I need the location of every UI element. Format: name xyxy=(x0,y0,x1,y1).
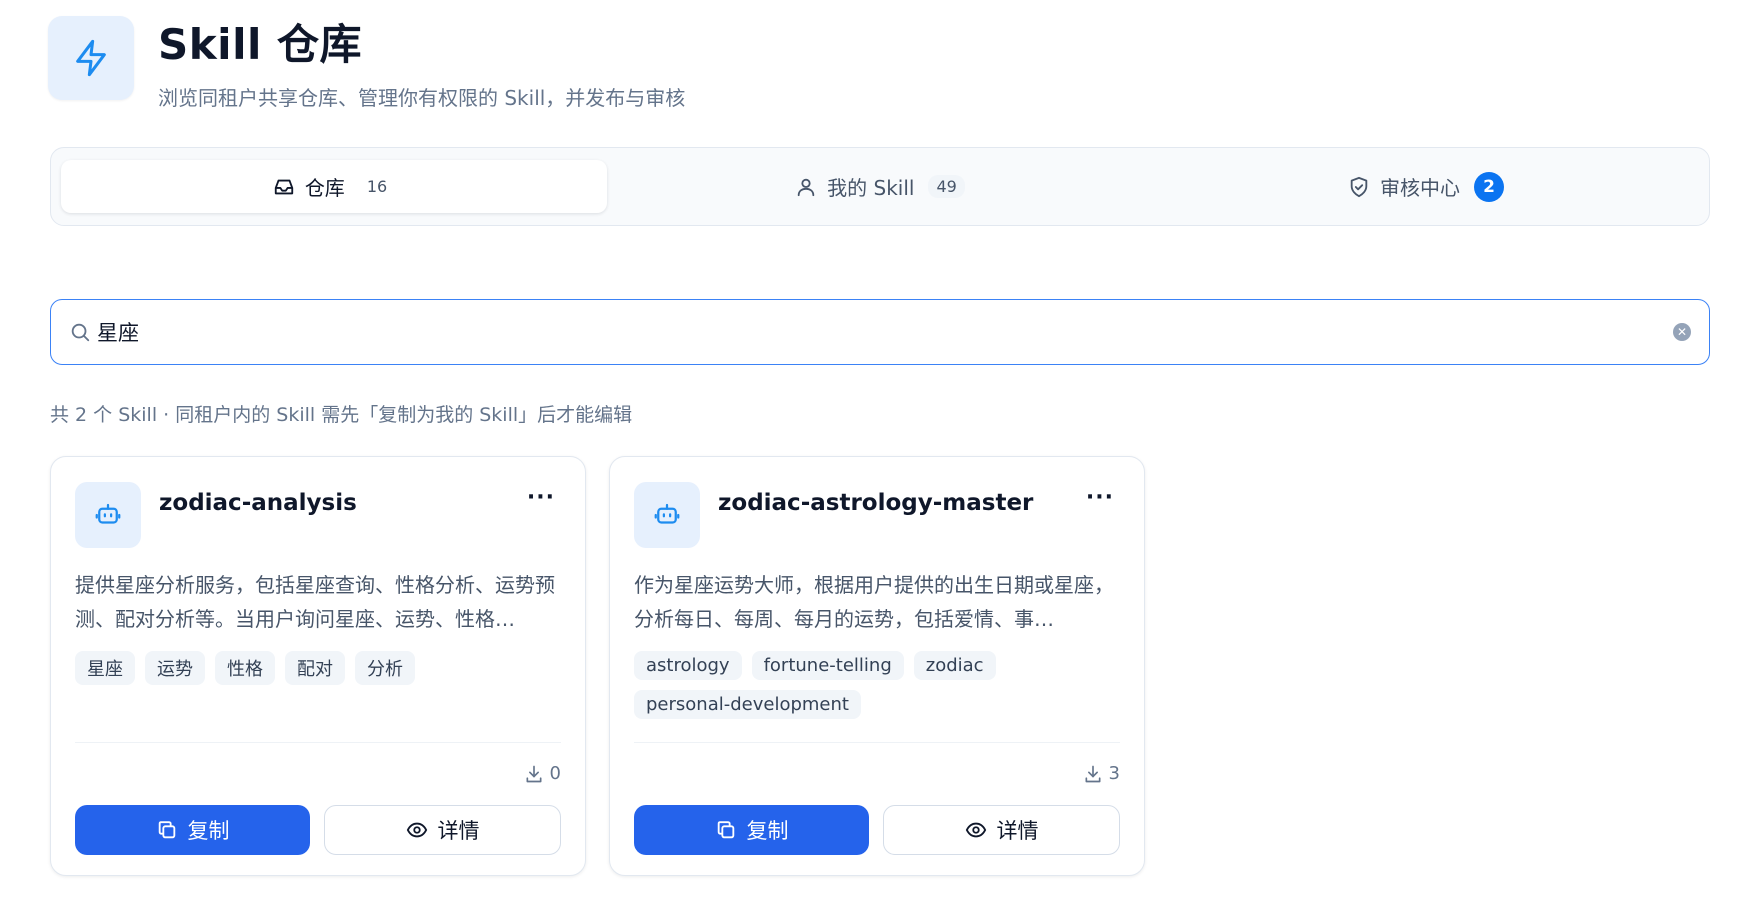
divider xyxy=(634,742,1120,743)
skill-description: 作为星座运势大师，根据用户提供的出生日期或星座，分析每日、每周、每月的运势，包括… xyxy=(634,573,1114,631)
tag: 性格 xyxy=(215,651,275,685)
detail-button-label: 详情 xyxy=(437,819,480,843)
more-options-icon[interactable]: ··· xyxy=(527,487,555,509)
tab-review-center[interactable]: 审核中心 2 xyxy=(1153,160,1699,213)
tag-list: 星座 运势 性格 配对 分析 xyxy=(75,651,565,685)
search-input[interactable] xyxy=(97,320,1673,344)
tag-list: astrology fortune-telling zodiac persona… xyxy=(634,651,1124,719)
detail-button[interactable]: 详情 xyxy=(883,805,1120,855)
search-icon xyxy=(69,321,91,343)
lightning-icon xyxy=(76,39,106,77)
eye-icon xyxy=(965,822,986,838)
tag: 配对 xyxy=(285,651,345,685)
shield-check-icon xyxy=(1348,176,1370,198)
skill-description: 提供星座分析服务，包括星座查询、性格分析、运势预测、配对分析等。当用户询问星座、… xyxy=(75,573,555,631)
search-bar: ✕ xyxy=(50,299,1710,365)
robot-icon xyxy=(634,482,700,548)
copy-icon xyxy=(717,821,734,839)
pending-review-badge: 2 xyxy=(1474,171,1504,202)
download-count-value: 3 xyxy=(1108,763,1120,784)
detail-button-label: 详情 xyxy=(996,819,1039,843)
robot-icon xyxy=(75,482,141,548)
tag: fortune-telling xyxy=(751,651,904,680)
result-summary: 共 2 个 Skill · 同租户内的 Skill 需先「复制为我的 Skill… xyxy=(50,404,633,426)
more-options-icon[interactable]: ··· xyxy=(1086,487,1114,509)
page-title: Skill 仓库 xyxy=(158,20,362,69)
download-count-value: 0 xyxy=(549,763,561,784)
tab-my-skill[interactable]: 我的 Skill 49 xyxy=(607,160,1153,213)
tab-count: 49 xyxy=(928,175,965,198)
download-count: 0 xyxy=(524,763,561,784)
copy-button[interactable]: 复制 xyxy=(75,805,310,855)
tag: astrology xyxy=(634,651,742,680)
user-icon xyxy=(795,176,817,198)
tag: personal-development xyxy=(634,690,861,719)
skill-card[interactable]: zodiac-astrology-master ··· 作为星座运势大师，根据用… xyxy=(609,456,1145,876)
detail-button[interactable]: 详情 xyxy=(324,805,561,855)
card-actions: 复制 详情 xyxy=(75,805,561,855)
divider xyxy=(75,742,561,743)
copy-button-label: 复制 xyxy=(746,819,789,843)
tag: 分析 xyxy=(355,651,415,685)
app-logo xyxy=(48,16,134,100)
tag: 星座 xyxy=(75,651,135,685)
download-icon xyxy=(526,765,542,782)
tab-label: 仓库 xyxy=(304,176,345,200)
tab-bar: 仓库 16 我的 Skill 49 审核中心 2 xyxy=(50,147,1710,226)
tab-label: 我的 Skill xyxy=(827,176,915,200)
eye-icon xyxy=(406,822,427,838)
tag: zodiac xyxy=(913,651,996,680)
tab-label: 审核中心 xyxy=(1380,176,1460,200)
skill-name[interactable]: zodiac-analysis xyxy=(159,490,357,516)
tab-repository[interactable]: 仓库 16 xyxy=(61,160,607,213)
page-subtitle: 浏览同租户共享仓库、管理你有权限的 Skill，并发布与审核 xyxy=(158,86,686,110)
skill-name[interactable]: zodiac-astrology-master xyxy=(718,490,1033,516)
tab-count: 16 xyxy=(366,177,388,196)
tag: 运势 xyxy=(145,651,205,685)
download-icon xyxy=(1085,765,1101,782)
page-header: Skill 仓库 浏览同租户共享仓库、管理你有权限的 Skill，并发布与审核 xyxy=(48,16,685,111)
download-count: 3 xyxy=(1083,763,1120,784)
inbox-icon xyxy=(273,176,295,198)
skill-card[interactable]: zodiac-analysis ··· 提供星座分析服务，包括星座查询、性格分析… xyxy=(50,456,586,876)
card-actions: 复制 详情 xyxy=(634,805,1120,855)
copy-button[interactable]: 复制 xyxy=(634,805,869,855)
copy-button-label: 复制 xyxy=(187,819,230,843)
copy-icon xyxy=(158,821,175,839)
clear-icon[interactable]: ✕ xyxy=(1673,323,1691,341)
